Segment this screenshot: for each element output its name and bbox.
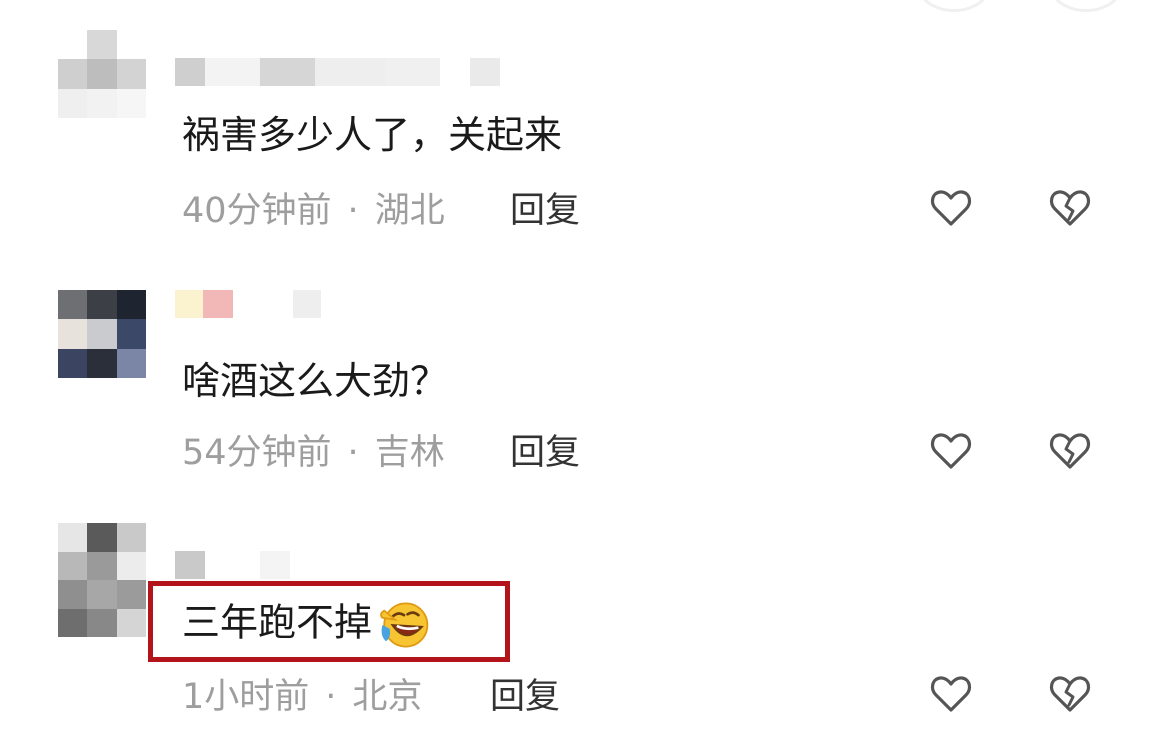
- comment-text-highlighted: 三年跑不掉: [182, 598, 434, 652]
- comment-text: 三年跑不掉: [182, 600, 373, 645]
- comment-time: 1小时前: [182, 677, 310, 717]
- meta-separator: ·: [347, 191, 359, 231]
- top-action-circle-right[interactable]: [1050, 0, 1122, 12]
- comment-time: 54分钟前: [182, 433, 332, 473]
- comment-location: 北京: [352, 677, 423, 717]
- avatar[interactable]: [58, 30, 146, 118]
- username-pixelated[interactable]: [175, 551, 290, 579]
- broken-heart-icon[interactable]: [1046, 427, 1094, 475]
- username-pixelated[interactable]: [175, 58, 500, 86]
- comment-location: 吉林: [374, 433, 445, 473]
- meta-separator: ·: [325, 677, 337, 717]
- avatar[interactable]: [58, 523, 146, 637]
- comment-meta: 1小时前 · 北京: [182, 676, 422, 718]
- broken-heart-icon[interactable]: [1046, 184, 1094, 232]
- broken-heart-icon[interactable]: [1046, 670, 1094, 718]
- laughing-crying-emoji: [380, 602, 429, 648]
- heart-outline-icon[interactable]: [927, 184, 975, 232]
- comment-text: 祸害多少人了，关起来: [182, 113, 563, 157]
- heart-outline-icon[interactable]: [927, 670, 975, 718]
- reply-button[interactable]: 回复: [490, 676, 560, 718]
- comment-time: 40分钟前: [182, 191, 332, 231]
- top-action-circle-left[interactable]: [918, 0, 990, 12]
- heart-outline-icon[interactable]: [927, 427, 975, 475]
- username-pixelated[interactable]: [175, 290, 321, 318]
- reply-button[interactable]: 回复: [510, 190, 580, 232]
- comment-text: 啥酒这么大劲？: [182, 359, 449, 403]
- comment-meta: 54分钟前 · 吉林: [182, 432, 445, 474]
- comment-meta: 40分钟前 · 湖北: [182, 190, 445, 232]
- avatar[interactable]: [58, 290, 146, 378]
- comment-location: 湖北: [374, 191, 445, 231]
- reply-button[interactable]: 回复: [510, 432, 580, 474]
- meta-separator: ·: [347, 433, 359, 473]
